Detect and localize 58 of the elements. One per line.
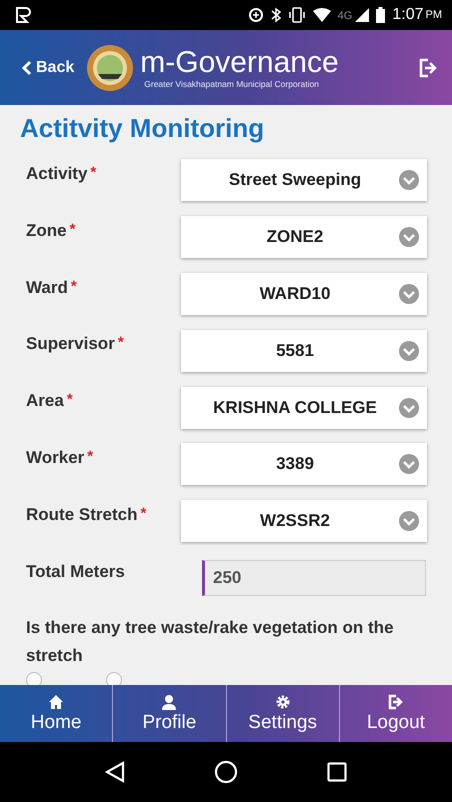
required-mark: *	[87, 448, 94, 467]
bluetooth-icon	[270, 7, 281, 23]
recents-icon[interactable]	[327, 762, 348, 782]
field-label: Area	[26, 391, 64, 412]
app-subtitle: Greater Visakhapatnam Municipal Corporation	[144, 78, 320, 88]
required-mark: *	[66, 391, 73, 410]
field-label: Activity	[26, 164, 88, 184]
dropdown[interactable]: KRISHNA COLLEGE	[181, 386, 427, 429]
clock-period: PM	[426, 9, 442, 21]
field-label: Total Meters	[26, 562, 125, 582]
chevron-icon	[399, 284, 419, 304]
back-button[interactable]: Back	[22, 58, 74, 76]
emblem-icon	[86, 44, 134, 92]
data-saver-icon	[248, 7, 264, 23]
dropdown[interactable]: 3389	[181, 443, 427, 486]
chevron-icon	[399, 170, 419, 190]
dropdown[interactable]: WARD10	[181, 272, 427, 315]
radio-button[interactable]	[26, 672, 42, 685]
radio-button[interactable]	[106, 672, 122, 685]
chevron-icon	[399, 340, 419, 361]
chevron-left-icon	[22, 60, 32, 76]
field-label: Zone	[26, 220, 67, 241]
chevron-icon	[399, 511, 419, 532]
chevron-icon	[399, 454, 419, 474]
network-type: 4G	[338, 10, 352, 22]
page-title: Actitvity Monitoring	[20, 113, 266, 144]
back-icon[interactable]	[104, 761, 125, 783]
chevron-icon	[399, 227, 419, 248]
settings-icon	[274, 694, 291, 710]
required-mark: *	[118, 334, 124, 354]
field-label: Worker	[26, 448, 84, 468]
dropdown[interactable]: ZONE2	[181, 216, 427, 258]
dropdown[interactable]: 5581	[181, 330, 427, 372]
battery-icon	[376, 7, 386, 23]
input-field[interactable]: 250	[202, 560, 426, 596]
clock: 1:07	[392, 6, 424, 24]
field-label: Route Stretch	[26, 504, 138, 525]
field-label: Supervisor	[26, 334, 115, 354]
app-icon	[14, 6, 32, 24]
required-mark: *	[70, 278, 77, 297]
question-text: Is there any tree waste/rake vegetation on the stretch	[26, 617, 395, 668]
dropdown[interactable]: Street Sweeping	[181, 159, 427, 202]
required-mark: *	[90, 164, 96, 183]
required-mark: *	[140, 504, 146, 524]
chevron-icon	[399, 398, 419, 418]
tab-item[interactable]: Logout	[340, 685, 452, 742]
logout-button[interactable]	[418, 58, 438, 78]
dropdown[interactable]: W2SSR2	[181, 500, 427, 542]
home-icon	[48, 694, 64, 710]
signal-icon	[355, 8, 370, 22]
home-circle-icon[interactable]	[214, 760, 238, 784]
logout-icon	[388, 694, 404, 710]
wifi-icon	[312, 8, 331, 22]
app-title: m-Governance	[140, 46, 340, 78]
required-mark: *	[70, 220, 76, 240]
field-label: Ward	[26, 278, 68, 298]
person-icon	[161, 694, 178, 710]
vibrate-icon	[288, 7, 306, 23]
